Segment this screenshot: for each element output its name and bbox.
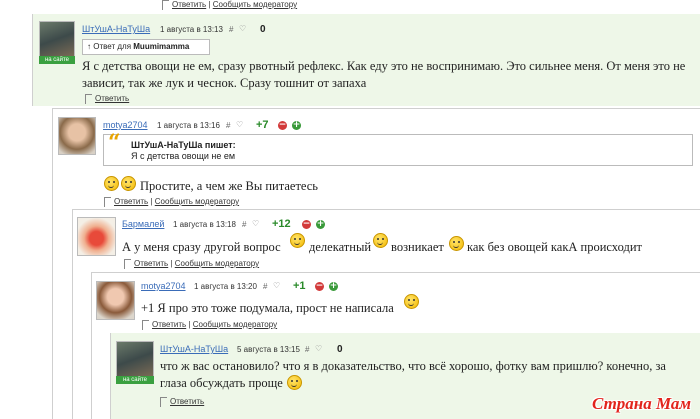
comment-score: +1 (293, 280, 306, 292)
reply-icon (85, 94, 92, 104)
avatar[interactable] (77, 217, 116, 256)
comment-score: 0 (260, 24, 266, 35)
comment-actions: Ответить | Сообщить модератору (104, 197, 239, 207)
avatar[interactable] (96, 281, 135, 320)
reply-link[interactable]: Ответить (172, 0, 206, 9)
smiley-icon (104, 176, 119, 191)
smiley-icon (287, 375, 302, 390)
comment-actions: Ответить | Сообщить модератору (142, 320, 277, 330)
smiley-icon (449, 236, 464, 251)
comment-text: что ж вас остановило? что я в доказатель… (160, 359, 666, 390)
username-link[interactable]: ШтУшА-НаТуШа (160, 344, 228, 354)
vote-down-button[interactable]: − (315, 282, 324, 291)
smiley-icon (404, 294, 419, 309)
quote-author: ШтУшА-НаТуШа пишет: (131, 140, 236, 150)
heart-icon[interactable]: ♡ (236, 120, 243, 129)
report-link[interactable]: Сообщить модератору (175, 259, 259, 268)
reply-icon (162, 0, 169, 10)
vote-down-button[interactable]: − (278, 121, 287, 130)
comment-text: +1 Я про это тоже подумала, прост не нап… (141, 301, 394, 315)
vote-up-button[interactable]: + (329, 282, 338, 291)
permalink-hash[interactable]: # (305, 345, 309, 354)
reply-arrow-icon: ↑ (87, 42, 91, 51)
username-link[interactable]: motya2704 (141, 281, 186, 291)
comment-actions: Ответить | Сообщить модератору (124, 259, 259, 269)
permalink-hash[interactable]: # (226, 121, 230, 130)
permalink-hash[interactable]: # (242, 220, 246, 229)
comment-date: 1 августа в 13:13 (160, 25, 223, 34)
comment-date: 5 августа в 13:15 (237, 345, 300, 354)
smiley-icon (121, 176, 136, 191)
online-badge: на сайте (116, 376, 154, 384)
reply-link[interactable]: Ответить (134, 259, 168, 268)
heart-icon[interactable]: ♡ (273, 281, 280, 290)
comment-text: Я с детства овощи не ем, сразу рвотный р… (82, 59, 686, 90)
heart-icon[interactable]: ♡ (239, 24, 246, 33)
heart-icon[interactable]: ♡ (252, 219, 259, 228)
quote-icon: “ (108, 130, 121, 156)
reply-icon (160, 397, 167, 407)
report-link[interactable]: Сообщить модератору (213, 0, 297, 9)
permalink-hash[interactable]: # (229, 25, 233, 34)
reply-link[interactable]: Ответить (114, 197, 148, 206)
heart-icon[interactable]: ♡ (315, 344, 322, 353)
quote-text: Я с детства овощи не ем (131, 151, 236, 161)
comment-score: +12 (272, 218, 291, 230)
reply-to-user[interactable]: Muumimamma (133, 42, 189, 51)
permalink-hash[interactable]: # (263, 282, 267, 291)
avatar[interactable] (116, 341, 154, 377)
username-link[interactable]: motya2704 (103, 120, 148, 130)
site-watermark: Страна Мам (592, 394, 692, 413)
reply-link[interactable]: Ответить (95, 94, 129, 103)
online-badge: на сайте (39, 56, 75, 64)
comment-date: 1 августа в 13:16 (157, 121, 220, 130)
comment-actions: Ответить (160, 397, 204, 407)
comment-score: 0 (337, 344, 343, 355)
report-link[interactable]: Сообщить модератору (193, 320, 277, 329)
reply-icon (124, 259, 131, 269)
comment-actions: Ответить (85, 94, 129, 104)
smiley-icon (290, 233, 305, 248)
vote-up-button[interactable]: + (292, 121, 301, 130)
username-link[interactable]: ШтУшА-НаТуШа (82, 24, 150, 34)
comment-text: как без овощей какА происходит (467, 240, 642, 254)
reply-link[interactable]: Ответить (152, 320, 186, 329)
reply-to-box: ↑ Ответ для Muumimamma (82, 39, 210, 55)
report-link[interactable]: Сообщить модератору (155, 197, 239, 206)
comment-date: 1 августа в 13:20 (194, 282, 257, 291)
comment-score: +7 (256, 119, 269, 131)
reply-icon (142, 320, 149, 330)
comment-text: возникает (391, 240, 444, 254)
prev-comment-actions: Ответить | Сообщить модератору (162, 0, 297, 10)
username-link[interactable]: Бармалей (122, 219, 164, 229)
reply-to-label: Ответ для (93, 42, 132, 51)
quote-box (103, 134, 693, 166)
avatar[interactable] (39, 21, 75, 57)
comment-text: делекатный (309, 240, 372, 254)
smiley-icon (373, 233, 388, 248)
comment-text: Простите, а чем же Вы питаетесь (140, 179, 319, 193)
reply-link[interactable]: Ответить (170, 397, 204, 406)
vote-up-button[interactable]: + (316, 220, 325, 229)
comment-date: 1 августа в 13:18 (173, 220, 236, 229)
reply-icon (104, 197, 111, 207)
comment-text: А у меня сразу другой вопрос (122, 240, 281, 254)
avatar[interactable] (58, 117, 96, 155)
vote-down-button[interactable]: − (302, 220, 311, 229)
